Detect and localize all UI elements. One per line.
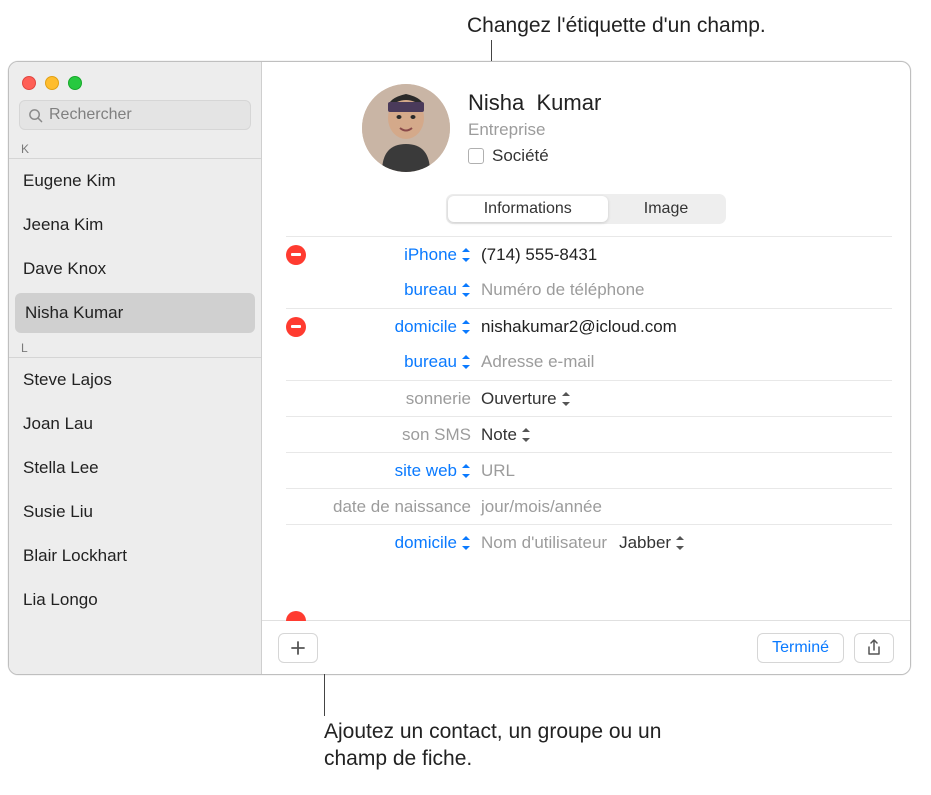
- segment-control[interactable]: Informations Image: [446, 194, 727, 224]
- remove-button-partial[interactable]: [286, 611, 306, 621]
- phone-label-select[interactable]: iPhone: [316, 245, 471, 265]
- search-icon: [28, 108, 43, 123]
- chevron-updown-icon: [461, 536, 471, 550]
- email-label-home: domicile: [395, 317, 457, 337]
- phone-row-1: iPhone (714) 555-8431: [286, 236, 892, 272]
- search-placeholder: Rechercher: [49, 106, 132, 124]
- phone-label-iphone: iPhone: [404, 245, 457, 265]
- email-row-1: domicile nishakumar2@icloud.com: [286, 308, 892, 344]
- card-header: Nisha Kumar Entreprise Société: [262, 62, 910, 184]
- remove-email-button[interactable]: [286, 317, 306, 337]
- list-item[interactable]: Joan Lau: [9, 402, 261, 446]
- phone-placeholder[interactable]: Numéro de téléphone: [481, 276, 892, 304]
- list-item[interactable]: Blair Lockhart: [9, 534, 261, 578]
- search-input[interactable]: Rechercher: [19, 100, 251, 130]
- birthday-placeholder[interactable]: jour/mois/année: [481, 493, 892, 521]
- email-placeholder[interactable]: Adresse e-mail: [481, 348, 892, 376]
- texttone-label: son SMS: [402, 425, 471, 445]
- texttone-select[interactable]: Note: [481, 421, 892, 449]
- birthday-label: date de naissance: [333, 497, 471, 517]
- sidebar: Rechercher K Eugene Kim Jeena Kim Dave K…: [9, 62, 262, 674]
- website-label: site web: [395, 461, 457, 481]
- contact-name[interactable]: Nisha Kumar: [468, 90, 601, 116]
- email-label-select[interactable]: domicile: [316, 317, 471, 337]
- avatar[interactable]: [362, 84, 450, 172]
- phone-value[interactable]: (714) 555-8431: [481, 241, 892, 269]
- website-row: site web URL: [286, 452, 892, 488]
- share-icon: [866, 639, 882, 657]
- chevron-updown-icon: [461, 248, 471, 262]
- list-item[interactable]: Lia Longo: [9, 578, 261, 622]
- im-placeholder[interactable]: Nom d'utilisateur: [481, 533, 607, 553]
- contact-card: Nisha Kumar Entreprise Société Informati…: [262, 62, 910, 674]
- im-row: domicile Nom d'utilisateur Jabber: [286, 524, 892, 560]
- zoom-window-button[interactable]: [68, 76, 82, 90]
- annotation-top: Changez l'étiquette d'un champ.: [467, 12, 766, 39]
- first-name-field[interactable]: Nisha: [468, 90, 524, 115]
- website-label-select[interactable]: site web: [316, 461, 471, 481]
- close-window-button[interactable]: [22, 76, 36, 90]
- add-button[interactable]: [278, 633, 318, 663]
- chevron-updown-icon: [461, 355, 471, 369]
- im-service-select[interactable]: Jabber: [619, 533, 685, 553]
- last-name-field[interactable]: Kumar: [536, 90, 601, 115]
- remove-phone-button[interactable]: [286, 245, 306, 265]
- plus-icon: [290, 640, 306, 656]
- list-item[interactable]: Jeena Kim: [9, 203, 261, 247]
- email-value[interactable]: nishakumar2@icloud.com: [481, 313, 892, 341]
- contacts-window: Rechercher K Eugene Kim Jeena Kim Dave K…: [8, 61, 911, 675]
- im-label: domicile: [395, 533, 457, 553]
- phone-row-2: bureau Numéro de téléphone: [286, 272, 892, 308]
- tab-image[interactable]: Image: [608, 196, 724, 222]
- contacts-list: K Eugene Kim Jeena Kim Dave Knox Nisha K…: [9, 136, 261, 674]
- tab-informations[interactable]: Informations: [448, 196, 608, 222]
- chevron-updown-icon: [461, 320, 471, 334]
- chevron-updown-icon: [521, 428, 531, 442]
- ringtone-label: sonnerie: [406, 389, 471, 409]
- minimize-window-button[interactable]: [45, 76, 59, 90]
- fields-area: iPhone (714) 555-8431 bureau Numéro de t…: [262, 236, 910, 620]
- list-item[interactable]: Steve Lajos: [9, 358, 261, 402]
- annotation-line-bottom: [324, 672, 325, 716]
- section-header-k: K: [9, 136, 261, 159]
- chevron-updown-icon: [675, 536, 685, 550]
- share-button[interactable]: [854, 633, 894, 663]
- texttone-row: son SMS Note: [286, 416, 892, 452]
- name-block: Nisha Kumar Entreprise Société: [468, 84, 601, 166]
- ringtone-row: sonnerie Ouverture: [286, 380, 892, 416]
- company-field[interactable]: Entreprise: [468, 120, 545, 140]
- window-controls: [9, 70, 261, 100]
- list-item-selected[interactable]: Nisha Kumar: [15, 293, 255, 333]
- list-item[interactable]: Stella Lee: [9, 446, 261, 490]
- email-row-2: bureau Adresse e-mail: [286, 344, 892, 380]
- company-checkbox-label: Société: [492, 146, 549, 166]
- chevron-updown-icon: [561, 392, 571, 406]
- phone-label-select-2[interactable]: bureau: [316, 280, 471, 300]
- annotation-bottom: Ajoutez un contact, un groupe ou un cham…: [324, 718, 724, 773]
- section-header-l: L: [9, 335, 261, 358]
- im-label-select[interactable]: domicile: [316, 533, 471, 553]
- done-button[interactable]: Terminé: [757, 633, 844, 663]
- birthday-row: date de naissance jour/mois/année: [286, 488, 892, 524]
- list-item[interactable]: Eugene Kim: [9, 159, 261, 203]
- footer: Terminé: [262, 620, 910, 674]
- phone-label-bureau: bureau: [404, 280, 457, 300]
- ringtone-select[interactable]: Ouverture: [481, 385, 892, 413]
- chevron-updown-icon: [461, 464, 471, 478]
- chevron-updown-icon: [461, 283, 471, 297]
- list-item[interactable]: Dave Knox: [9, 247, 261, 291]
- email-label-bureau: bureau: [404, 352, 457, 372]
- list-item[interactable]: Susie Liu: [9, 490, 261, 534]
- email-label-select-2[interactable]: bureau: [316, 352, 471, 372]
- website-placeholder[interactable]: URL: [481, 457, 892, 485]
- company-checkbox[interactable]: [468, 148, 484, 164]
